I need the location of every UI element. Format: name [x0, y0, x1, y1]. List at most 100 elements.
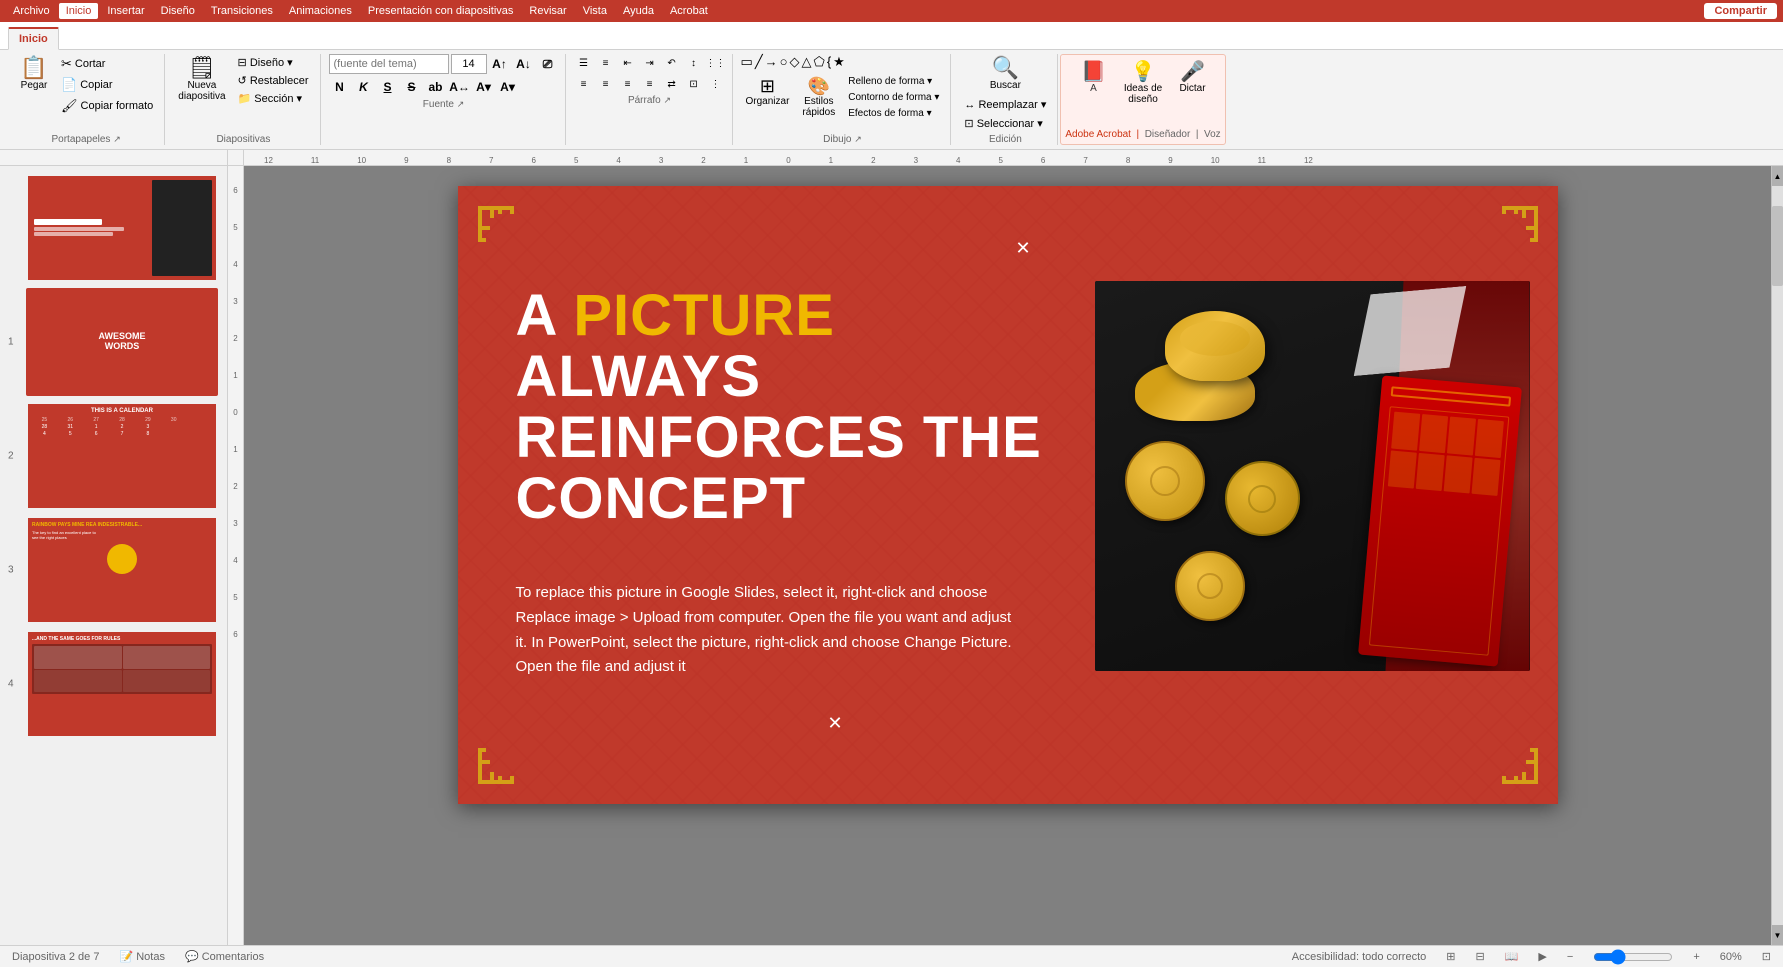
dictar-button[interactable]: 🎤 Dictar [1173, 59, 1213, 97]
create-share-adobe-button[interactable]: 📕 A [1074, 59, 1114, 97]
list-num-button[interactable]: ≡ [596, 54, 616, 72]
shape-star[interactable]: ★ [833, 54, 845, 70]
slide-thumb-2[interactable]: 2 THIS IS A CALENDAR 25 26 27 28 29 30 2… [26, 402, 221, 510]
clear-format-button[interactable]: ⎚ [537, 54, 559, 74]
portapapeles-btns: 📋 Pegar ✂Cortar 📄Copiar 🖌Copiar formato [14, 54, 158, 132]
menu-presentacion[interactable]: Presentación con diapositivas [361, 3, 521, 19]
font-name-input[interactable] [329, 54, 449, 74]
align-left-button[interactable]: ≡ [574, 75, 594, 93]
font-increase-button[interactable]: A↑ [489, 54, 511, 74]
diseno-button[interactable]: ⊟ Diseño ▾ [233, 54, 314, 71]
cross-marker-bottom[interactable]: ✕ [828, 713, 843, 734]
font-decrease-button[interactable]: A↓ [513, 54, 535, 74]
efectos-forma-button[interactable]: Efectos de forma ▾ [843, 106, 944, 121]
strikethrough-button[interactable]: S [401, 77, 423, 97]
smartart-button[interactable]: ⋮ [706, 75, 726, 93]
buscar-button[interactable]: 🔍 Buscar [959, 54, 1051, 94]
nueva-diapositiva-button[interactable]: 🗒 Nuevadiapositiva [173, 54, 230, 105]
decrease-indent-button[interactable]: ⇤ [618, 54, 638, 72]
slide-body-area[interactable]: To replace this picture in Google Slides… [516, 581, 1026, 680]
notes-button[interactable]: 📝 Notas [119, 950, 165, 963]
shape-brace[interactable]: { [827, 54, 831, 70]
font-size-input[interactable] [451, 54, 487, 74]
restablecer-button[interactable]: ↺ Restablecer [233, 72, 314, 89]
slide-thumb-3[interactable]: 3 RAINBOW PAYS MINE REA INDESISTRABLE...… [26, 516, 221, 624]
slide-thumb-4[interactable]: 4 ...AND THE SAME GOES FOR RULES [26, 630, 221, 738]
reemplazar-button[interactable]: ↔ Reemplazar ▾ [959, 96, 1051, 113]
columns-button[interactable]: ⋮⋮ [706, 54, 726, 72]
view-reading-button[interactable]: 📖 [1505, 950, 1519, 963]
slide-thumb-0[interactable] [26, 174, 221, 282]
menu-archivo[interactable]: Archivo [6, 3, 57, 19]
underline-button[interactable]: S [377, 77, 399, 97]
relleno-forma-button[interactable]: Relleno de forma ▾ [843, 74, 944, 89]
slide-title-area[interactable]: A PICTURE ALWAYS REINFORCES THE CONCEPT [516, 286, 1046, 530]
zoom-in-button[interactable]: + [1693, 951, 1699, 963]
seccion-button[interactable]: 📁 Sección ▾ [233, 90, 314, 107]
corner-deco-tr [1463, 201, 1543, 281]
menu-diseno[interactable]: Diseño [154, 3, 202, 19]
shape-rect[interactable]: ▭ [741, 54, 753, 70]
fuente-row1: A↑ A↓ ⎚ [329, 54, 559, 74]
align-justify-button[interactable]: ≡ [640, 75, 660, 93]
copiar-formato-button[interactable]: 🖌Copiar formato [56, 96, 158, 116]
comments-button[interactable]: 💬 Comentarios [185, 950, 264, 963]
cross-marker-top[interactable]: ✕ [1016, 238, 1031, 259]
estilos-rapidos-button[interactable]: 🎨 Estilosrápidos [797, 74, 840, 121]
shape-arrow[interactable]: → [765, 54, 778, 70]
copiar-button[interactable]: 📄Copiar [56, 75, 158, 95]
view-normal-button[interactable]: ⊞ [1446, 950, 1455, 963]
ideas-diseno-button[interactable]: 💡 Ideas de diseño [1116, 59, 1171, 108]
text-direction-button[interactable]: ⇄ [662, 75, 682, 93]
slide-image[interactable] [1095, 281, 1530, 671]
scroll-thumb[interactable] [1772, 206, 1783, 286]
menu-acrobat[interactable]: Acrobat [663, 3, 715, 19]
slide-thumb-1[interactable]: 1 AWESOME WORDS [26, 288, 221, 396]
char-spacing-button[interactable]: A↔ [449, 77, 471, 97]
organizar-button[interactable]: ⊞ Organizar [741, 74, 795, 121]
ruler-corner-left [0, 150, 228, 165]
text-align-button[interactable]: ⊡ [684, 75, 704, 93]
menubar: Archivo Inicio Insertar Diseño Transicio… [0, 0, 1783, 22]
italic-button[interactable]: K [353, 77, 375, 97]
main-slide[interactable]: ✕ ✕ A PICTURE ALWAYS REINFORCES THE CONC… [458, 186, 1558, 804]
scroll-up-button[interactable]: ▲ [1772, 166, 1783, 186]
spacing-button[interactable]: ↕ [684, 54, 704, 72]
shadow-button[interactable]: ab [425, 77, 447, 97]
bold-button[interactable]: N [329, 77, 351, 97]
zoom-out-button[interactable]: − [1567, 951, 1573, 963]
shape-line[interactable]: ╱ [755, 54, 763, 70]
menu-ayuda[interactable]: Ayuda [616, 3, 661, 19]
view-slideshow-button[interactable]: ▶ [1538, 950, 1546, 963]
tab-inicio[interactable]: Inicio [8, 27, 59, 50]
cortar-button[interactable]: ✂Cortar [56, 54, 158, 74]
contorno-forma-button[interactable]: Contorno de forma ▾ [843, 90, 944, 105]
menu-insertar[interactable]: Insertar [100, 3, 151, 19]
align-center-button[interactable]: ≡ [596, 75, 616, 93]
shape-tri[interactable]: △ [802, 54, 812, 70]
menu-transiciones[interactable]: Transiciones [204, 3, 280, 19]
shape-diamond[interactable]: ◇ [790, 54, 800, 70]
menu-inicio[interactable]: Inicio [59, 3, 99, 19]
font-color-button[interactable]: A▾ [473, 77, 495, 97]
increase-indent-button[interactable]: ⇥ [640, 54, 660, 72]
scroll-down-button[interactable]: ▼ [1772, 925, 1783, 945]
rtl-button[interactable]: ↶ [662, 54, 682, 72]
menu-revisar[interactable]: Revisar [522, 3, 573, 19]
shape-circle[interactable]: ○ [780, 54, 788, 70]
scrollbar-v[interactable]: ▲ ▼ [1771, 166, 1783, 945]
shape-pentagon[interactable]: ⬠ [814, 54, 825, 70]
share-button[interactable]: Compartir [1704, 3, 1777, 19]
slide-panel: 1 AWESOME WORDS 2 THIS IS A CALENDAR 25 [0, 166, 228, 945]
seleccionar-button[interactable]: ⊡ Seleccionar ▾ [959, 115, 1051, 132]
list-bullet-button[interactable]: ☰ [574, 54, 594, 72]
zoom-slider[interactable] [1593, 949, 1673, 965]
highlight-button[interactable]: A▾ [497, 77, 519, 97]
fit-window-button[interactable]: ⊡ [1762, 950, 1771, 963]
view-slide-sorter-button[interactable]: ⊟ [1475, 950, 1484, 963]
align-right-button[interactable]: ≡ [618, 75, 638, 93]
menu-vista[interactable]: Vista [576, 3, 614, 19]
slide-title: A PICTURE ALWAYS REINFORCES THE CONCEPT [516, 286, 1046, 530]
menu-animaciones[interactable]: Animaciones [282, 3, 359, 19]
pegar-button[interactable]: 📋 Pegar [14, 54, 54, 94]
